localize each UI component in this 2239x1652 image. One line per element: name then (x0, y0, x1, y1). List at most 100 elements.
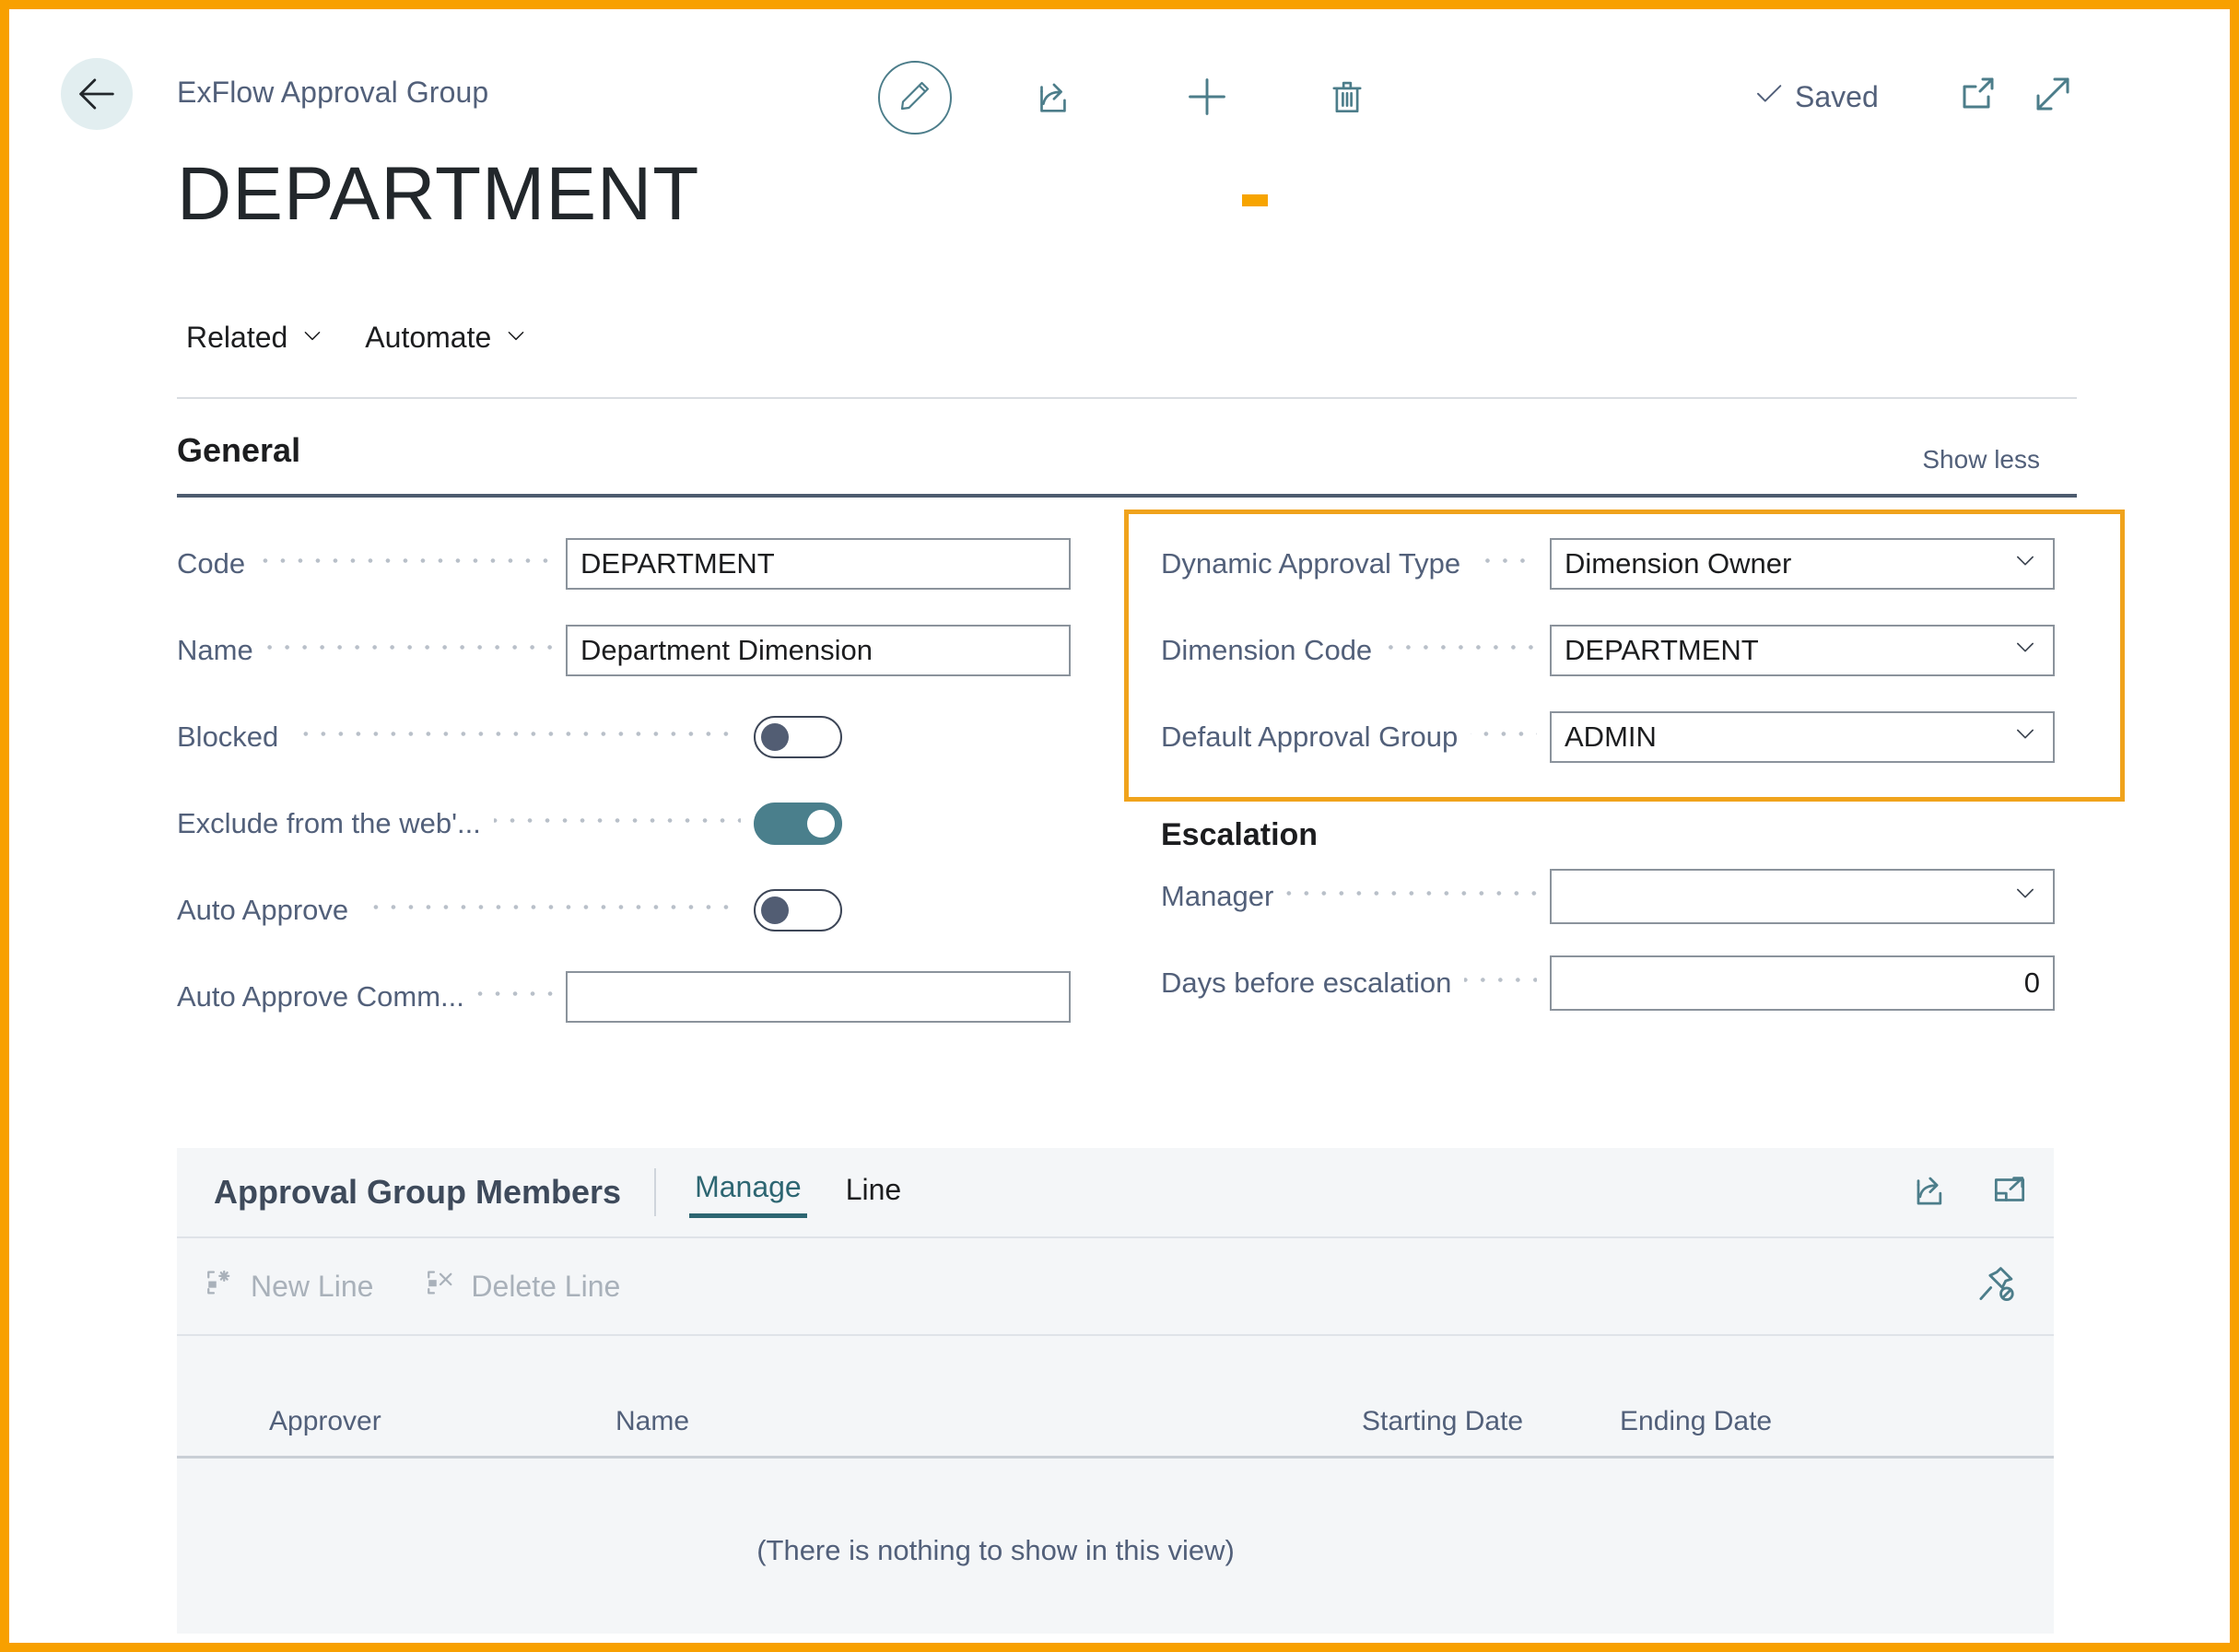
share-button[interactable] (1908, 1170, 1949, 1215)
new-line-label: New Line (251, 1269, 374, 1303)
divider (654, 1168, 657, 1216)
name-input[interactable]: Department Dimension (566, 625, 1071, 676)
field-auto-approve-label: Auto Approve (177, 894, 349, 926)
plus-icon (1183, 73, 1231, 125)
dynamic-approval-type-select[interactable]: Dimension Owner (1550, 538, 2055, 590)
chevron-down-icon (504, 321, 528, 355)
open-in-new-window-icon (1989, 1177, 2030, 1214)
top-bar: ExFlow Approval Group Saved (18, 18, 2221, 147)
highlight-marker (1242, 194, 1268, 206)
trash-icon (1326, 76, 1368, 123)
chevron-down-icon (2012, 880, 2038, 913)
column-header-starting-date[interactable]: Starting Date (1362, 1406, 1620, 1437)
share-icon (1031, 76, 1073, 123)
field-dimension-code-label: Dimension Code (1161, 634, 1373, 666)
section-heading-escalation: Escalation (1161, 817, 1319, 852)
field-name-label: Name (177, 634, 253, 666)
arrow-left-icon (73, 70, 121, 118)
dynamic-approval-type-value: Dimension Owner (1565, 547, 1792, 580)
tab-line[interactable]: Line (840, 1169, 908, 1216)
open-in-new-window-icon (1955, 72, 1999, 121)
unpin-button[interactable] (1975, 1263, 2017, 1310)
field-dimension-code: Dimension Code DEPARTMENT (1161, 625, 2055, 676)
chevron-down-icon (2012, 721, 2038, 754)
chevron-down-icon (2012, 634, 2038, 667)
field-code-label: Code (177, 547, 246, 580)
leader-dots (291, 722, 741, 752)
new-button[interactable] (1178, 69, 1237, 128)
lines-header: Approval Group Members Manage Line (177, 1148, 2054, 1238)
pencil-icon (897, 77, 933, 119)
dimension-code-select[interactable]: DEPARTMENT (1550, 625, 2055, 676)
edit-button[interactable] (878, 61, 952, 135)
share-icon (1908, 1177, 1949, 1214)
lines-toolbar: New Line Delete Line (177, 1238, 2054, 1336)
field-manager-label: Manager (1161, 880, 1274, 912)
leader-dots (1286, 882, 1537, 911)
delete-line-label: Delete Line (471, 1269, 621, 1303)
lines-table-header: Approver Name Starting Date Ending Date (177, 1336, 2054, 1459)
new-line-button[interactable]: New Line (205, 1267, 373, 1306)
toggle-knob (807, 810, 835, 838)
field-dynamic-approval-type-label: Dynamic Approval Type (1161, 547, 1461, 580)
menu-automate-label: Automate (365, 320, 492, 354)
code-input[interactable]: DEPARTMENT (566, 538, 1071, 590)
leader-dots (265, 636, 553, 665)
show-less-link[interactable]: Show less (1922, 445, 2040, 475)
days-before-escalation-input[interactable]: 0 (1550, 955, 2055, 1011)
default-approval-group-select[interactable]: ADMIN (1550, 711, 2055, 763)
menu-automate[interactable]: Automate (356, 315, 537, 360)
expand-button[interactable] (2023, 66, 2082, 125)
field-name: Name Department Dimension (177, 625, 1071, 676)
actions-menubar: Related Automate (177, 302, 2077, 372)
field-default-approval-group: Default Approval Group ADMIN (1161, 711, 2055, 763)
lines-header-icons (1908, 1170, 2030, 1215)
app-window: ExFlow Approval Group Saved DEPARTMENT R… (0, 0, 2239, 1652)
unpin-icon (1975, 1267, 2017, 1309)
delete-line-button[interactable]: Delete Line (425, 1267, 620, 1306)
lines-empty-message: (There is nothing to show in this view) (756, 1534, 1235, 1566)
field-days-before-escalation-label: Days before escalation (1161, 967, 1452, 999)
field-manager: Manager (1161, 869, 2055, 924)
toggle-knob (761, 723, 789, 751)
column-header-approver[interactable]: Approver (177, 1406, 615, 1437)
field-blocked: Blocked (177, 711, 842, 763)
exclude-from-web-toggle[interactable] (754, 803, 842, 845)
share-button[interactable] (1023, 69, 1082, 128)
page-title: DEPARTMENT (177, 152, 700, 236)
open-in-new-window-button[interactable] (1989, 1170, 2030, 1215)
section-heading-general: General (177, 431, 301, 469)
toggle-knob (761, 896, 789, 924)
delete-button[interactable] (1318, 69, 1377, 128)
leader-dots (361, 896, 741, 925)
field-default-approval-group-label: Default Approval Group (1161, 721, 1459, 753)
field-days-before-escalation: Days before escalation 0 (1161, 955, 2055, 1011)
leader-dots (258, 549, 553, 579)
actions-divider (177, 397, 2077, 399)
column-header-ending-date[interactable]: Ending Date (1620, 1406, 1896, 1437)
field-code: Code DEPARTMENT (177, 538, 1071, 590)
field-exclude-from-web-label: Exclude from the web'... (177, 807, 481, 839)
lines-title: Approval Group Members (214, 1173, 622, 1211)
leader-dots (476, 982, 553, 1012)
breadcrumb[interactable]: ExFlow Approval Group (177, 76, 488, 110)
manager-select[interactable] (1550, 869, 2055, 924)
column-header-name[interactable]: Name (615, 1406, 1362, 1437)
back-button[interactable] (61, 58, 133, 130)
menu-related[interactable]: Related (177, 315, 334, 360)
lines-empty-state: (There is nothing to show in this view) (177, 1459, 2054, 1634)
field-exclude-from-web: Exclude from the web'... (177, 798, 842, 849)
expand-diagonal-icon (2031, 72, 2075, 121)
leader-dots (493, 809, 741, 838)
tab-manage[interactable]: Manage (689, 1166, 807, 1218)
open-in-new-window-button[interactable] (1948, 66, 2007, 125)
leader-dots (1385, 636, 1537, 665)
leader-dots (1471, 722, 1537, 752)
auto-approve-toggle[interactable] (754, 889, 842, 931)
auto-approve-comment-input[interactable] (566, 971, 1071, 1023)
approval-group-members-card: Approval Group Members Manage Line New L… (177, 1148, 2054, 1634)
blocked-toggle[interactable] (754, 716, 842, 758)
field-blocked-label: Blocked (177, 721, 279, 753)
chevron-down-icon (300, 321, 324, 355)
default-approval-group-value: ADMIN (1565, 721, 1657, 753)
